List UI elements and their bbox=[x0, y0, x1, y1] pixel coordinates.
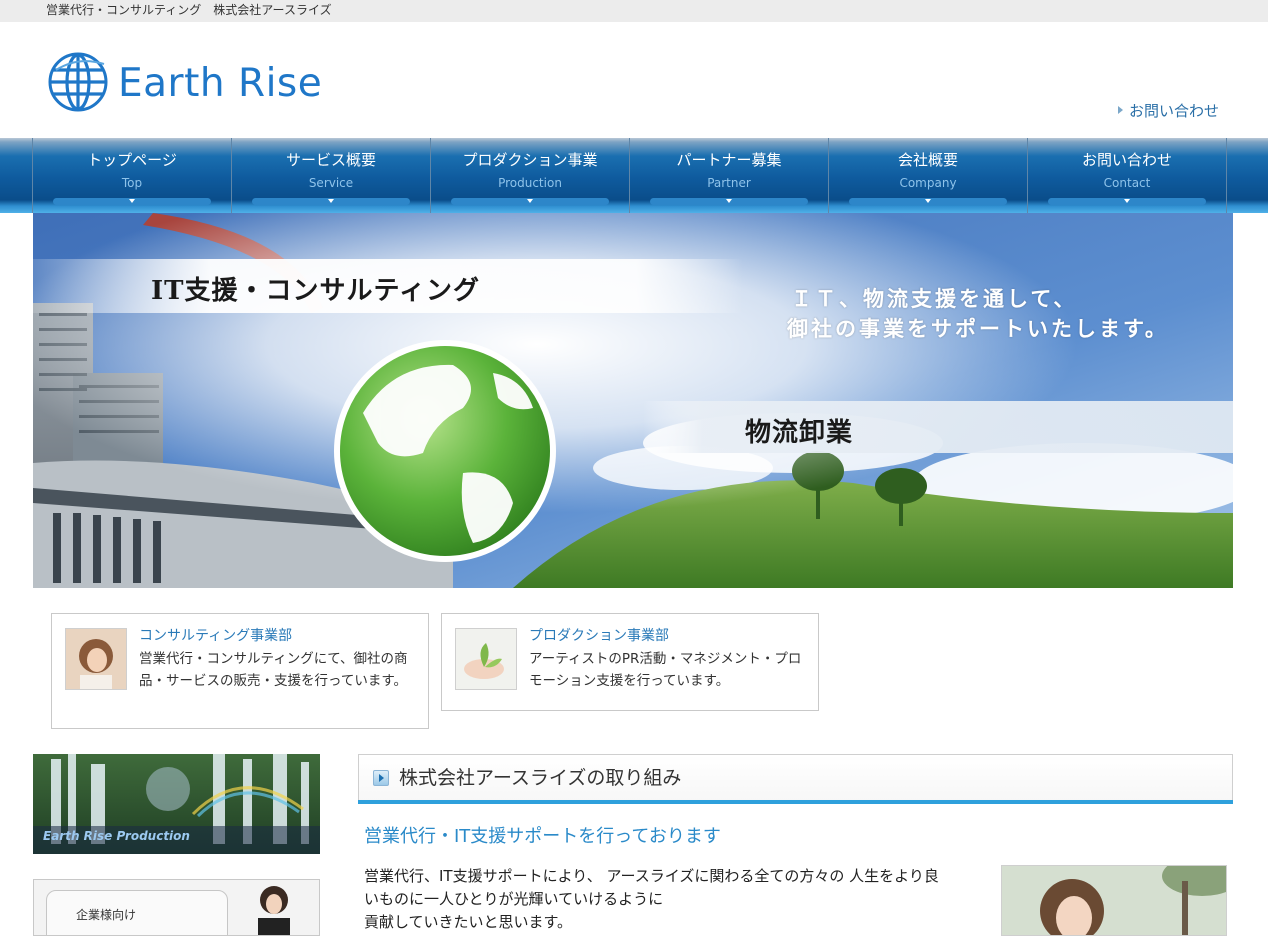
body-text: 営業代行、IT支援サポートにより、 アースライズに関わる全ての方々の 人生をより… bbox=[364, 865, 989, 934]
header-contact-label: お問い合わせ bbox=[1129, 102, 1220, 120]
card-production[interactable]: プロダクション事業部 アーティストのPR活動・マネジメント・プロモーション支援を… bbox=[441, 613, 819, 711]
nav-label-jp: 会社概要 bbox=[897, 151, 958, 169]
logo-text: Earth Rise bbox=[118, 61, 323, 106]
nav-label-en: Production bbox=[498, 176, 562, 190]
partner-banner[interactable]: 企業様向け bbox=[33, 879, 320, 936]
hero-label-it: IT支援・コンサルティング bbox=[151, 276, 480, 306]
sub-heading: 営業代行・IT支援サポートを行っております bbox=[364, 826, 721, 847]
card-consulting[interactable]: コンサルティング事業部 営業代行・コンサルティングにて、御社の商品・サービスの販… bbox=[51, 613, 429, 729]
nav-label-jp: パートナー募集 bbox=[676, 151, 782, 169]
nav-label-en: Top bbox=[121, 176, 143, 190]
hero-banner: IT支援・コンサルティング 物流卸業 ＩＴ、物流支援を通して、 御社の事業をサポ… bbox=[33, 213, 1233, 588]
consulting-photo bbox=[65, 628, 127, 690]
card-production-title[interactable]: プロダクション事業部 bbox=[529, 626, 669, 646]
main-nav: トップページ Top サービス概要 Service プロダクション事業 Prod… bbox=[0, 138, 1268, 213]
nav-label-jp: トップページ bbox=[87, 151, 177, 169]
header-contact-link[interactable]: お問い合わせ bbox=[1118, 101, 1219, 121]
caret-down-icon bbox=[925, 199, 931, 203]
production-banner-label: Earth Rise Production bbox=[43, 829, 190, 843]
body-line: 営業代行、IT支援サポートにより、 アースライズに関わる全ての方々の 人生をより… bbox=[364, 867, 939, 885]
nav-item-company[interactable]: 会社概要 Company bbox=[829, 138, 1028, 213]
nav-label-en: Service bbox=[308, 176, 354, 190]
production-photo bbox=[455, 628, 517, 690]
body-line: いものに一人ひとりが光輝いていけるように bbox=[364, 890, 664, 908]
globe-logo-icon bbox=[48, 52, 108, 112]
nav-item-partner[interactable]: パートナー募集 Partner bbox=[630, 138, 829, 213]
nav-label-jp: プロダクション事業 bbox=[462, 151, 598, 169]
caret-down-icon bbox=[328, 199, 334, 203]
hero-slogan-line1: ＩＴ、物流支援を通して、 bbox=[791, 286, 1078, 311]
caret-down-icon bbox=[527, 199, 533, 203]
nav-label-jp: サービス概要 bbox=[285, 151, 376, 169]
card-consulting-title[interactable]: コンサルティング事業部 bbox=[139, 626, 292, 646]
hero-label-logistics: 物流卸業 bbox=[745, 418, 854, 448]
nav-label-jp: お問い合わせ bbox=[1081, 151, 1172, 169]
card-consulting-desc: 営業代行・コンサルティングにて、御社の商品・サービスの販売・支援を行っています。 bbox=[139, 651, 408, 689]
section-divider bbox=[358, 800, 1233, 804]
top-bar: 営業代行・コンサルティング 株式会社アースライズ bbox=[0, 0, 1268, 22]
card-production-desc: アーティストのPR活動・マネジメント・プロモーション支援を行っています。 bbox=[529, 651, 802, 689]
nav-item-top[interactable]: トップページ Top bbox=[33, 138, 232, 213]
site-tagline: 営業代行・コンサルティング 株式会社アースライズ bbox=[46, 3, 332, 17]
site-logo[interactable]: Earth Rise bbox=[48, 50, 338, 114]
caret-down-icon bbox=[129, 199, 135, 203]
hero-slogan-line2: 御社の事業をサポートいたします。 bbox=[787, 316, 1169, 341]
section-title: 株式会社アースライズの取り組み bbox=[399, 767, 682, 789]
arrow-right-icon bbox=[373, 770, 389, 786]
nav-label-en: Company bbox=[899, 176, 957, 190]
production-banner[interactable]: Earth Rise Production bbox=[33, 754, 320, 854]
caret-right-icon bbox=[1118, 106, 1123, 114]
nav-label-en: Partner bbox=[707, 176, 751, 190]
nav-item-service[interactable]: サービス概要 Service bbox=[232, 138, 431, 213]
nav-item-contact[interactable]: お問い合わせ Contact bbox=[1028, 138, 1227, 213]
caret-down-icon bbox=[726, 199, 732, 203]
partner-banner-label: 企業様向け bbox=[76, 908, 137, 922]
partner-banner-photo bbox=[258, 886, 290, 935]
woman-photo bbox=[1001, 865, 1227, 936]
caret-down-icon bbox=[1124, 199, 1130, 203]
section-header: 株式会社アースライズの取り組み bbox=[358, 754, 1233, 801]
body-line: 貢献していきたいと思います。 bbox=[364, 913, 573, 931]
nav-label-en: Contact bbox=[1103, 176, 1151, 190]
nav-item-production[interactable]: プロダクション事業 Production bbox=[431, 138, 630, 213]
